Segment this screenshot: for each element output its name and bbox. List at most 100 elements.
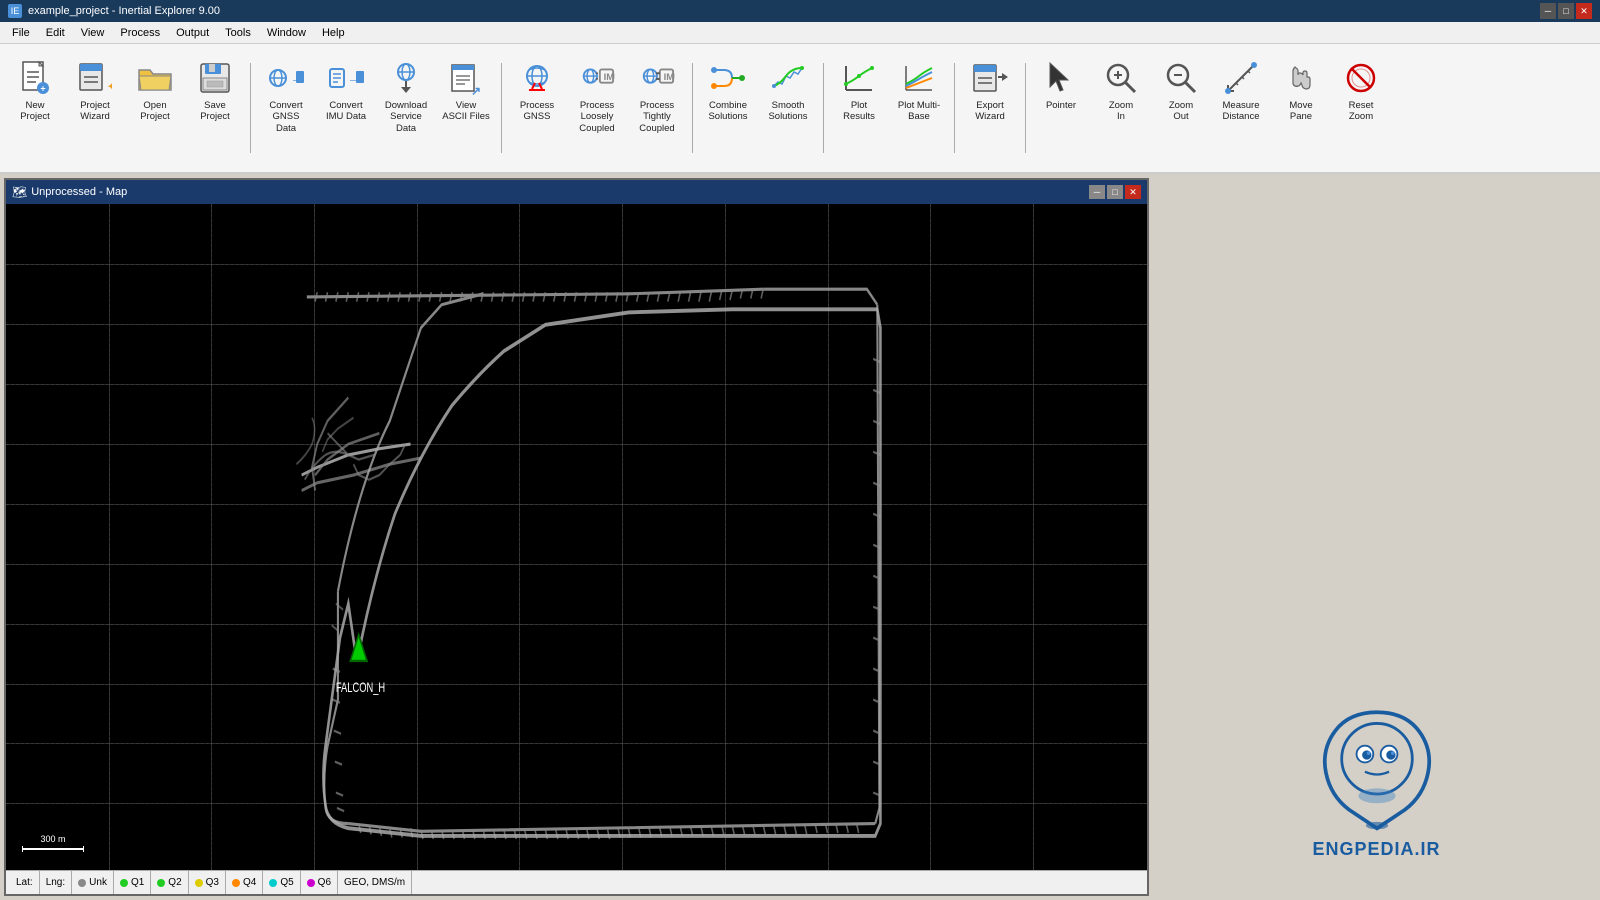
zoom-in-button[interactable]: ZoomIn (1092, 53, 1150, 163)
menu-tools[interactable]: Tools (217, 25, 259, 41)
unk-label: Unk (89, 877, 107, 888)
scale-bar-line (22, 846, 84, 852)
download-service-button[interactable]: DownloadServiceData (377, 53, 435, 163)
map-window-controls: ─ □ ✕ (1089, 185, 1141, 199)
q4-label: Q4 (243, 877, 256, 888)
q3-dot (195, 879, 203, 887)
unk-dot (78, 879, 86, 887)
process-tightly-icon: IMU (639, 60, 675, 96)
view-ascii-label: ViewASCII Files (442, 100, 490, 123)
process-gnss-label: ProcessGNSS (520, 100, 554, 123)
process-gnss-button[interactable]: ProcessGNSS (508, 53, 566, 163)
export-wizard-label: ExportWizard (975, 100, 1005, 123)
q5-label: Q5 (280, 877, 293, 888)
minimize-button[interactable]: ─ (1540, 3, 1556, 19)
smooth-solutions-label: SmoothSolutions (768, 100, 807, 123)
q5-dot (269, 879, 277, 887)
map-maximize-button[interactable]: □ (1107, 185, 1123, 199)
menu-edit[interactable]: Edit (38, 25, 73, 41)
project-wizard-icon: ✦ (77, 60, 113, 96)
reset-zoom-label: ResetZoom (1349, 100, 1374, 123)
q2-dot (157, 879, 165, 887)
save-project-icon (197, 60, 233, 96)
scale-bar: 300 m (22, 834, 84, 852)
map-canvas[interactable]: FALCON_H 300 m (6, 204, 1147, 870)
move-pane-label: MovePane (1289, 100, 1312, 123)
svg-text:↗: ↗ (471, 84, 481, 95)
smooth-solutions-icon (770, 60, 806, 96)
move-pane-icon (1283, 60, 1319, 96)
zoom-out-icon (1163, 60, 1199, 96)
export-wizard-button[interactable]: ExportWizard (961, 53, 1019, 163)
measure-distance-button[interactable]: MeasureDistance (1212, 53, 1270, 163)
zoom-out-button[interactable]: ZoomOut (1152, 53, 1210, 163)
measure-distance-icon (1223, 60, 1259, 96)
svg-text:✦: ✦ (106, 79, 112, 96)
q6-dot (307, 879, 315, 887)
lng-field: Lng: (40, 871, 72, 894)
app-icon: IE (8, 4, 22, 18)
process-tightly-button[interactable]: IMU ProcessTightlyCoupled (628, 53, 686, 163)
svg-text:IMU: IMU (664, 72, 675, 83)
close-button[interactable]: ✕ (1576, 3, 1592, 19)
q1-dot (120, 879, 128, 887)
convert-gnss-button[interactable]: → ConvertGNSSData (257, 53, 315, 163)
convert-imu-button[interactable]: → ConvertIMU Data (317, 53, 375, 163)
open-project-button[interactable]: OpenProject (126, 53, 184, 163)
coord-field: GEO, DMS/m (338, 871, 412, 894)
view-ascii-button[interactable]: ↗ ViewASCII Files (437, 53, 495, 163)
window-controls: ─ □ ✕ (1540, 3, 1592, 19)
app-title: example_project - Inertial Explorer 9.00 (28, 5, 220, 17)
map-minimize-button[interactable]: ─ (1089, 185, 1105, 199)
q4-dot (232, 879, 240, 887)
save-project-button[interactable]: SaveProject (186, 53, 244, 163)
plot-results-label: PlotResults (843, 100, 875, 123)
menu-help[interactable]: Help (314, 25, 353, 41)
title-bar: IE example_project - Inertial Explorer 9… (0, 0, 1600, 22)
plot-multi-base-button[interactable]: Plot Multi-Base (890, 53, 948, 163)
separator-3 (692, 63, 693, 153)
q6-label: Q6 (318, 877, 331, 888)
menu-process[interactable]: Process (112, 25, 168, 41)
menu-bar: File Edit View Process Output Tools Wind… (0, 22, 1600, 44)
project-wizard-button[interactable]: ✦ ProjectWizard (66, 53, 124, 163)
combine-solutions-button[interactable]: CombineSolutions (699, 53, 757, 163)
menu-view[interactable]: View (73, 25, 113, 41)
q2-field: Q2 (151, 871, 188, 894)
map-close-button[interactable]: ✕ (1125, 185, 1141, 199)
process-loosely-button[interactable]: IMU ProcessLooselyCoupled (568, 53, 626, 163)
new-project-label: NewProject (20, 100, 50, 123)
plot-results-button[interactable]: PlotResults (830, 53, 888, 163)
save-project-label: SaveProject (200, 100, 230, 123)
download-service-label: DownloadServiceData (385, 100, 427, 134)
map-statusbar: Lat: Lng: Unk Q1 Q2 Q3 (6, 870, 1147, 894)
menu-output[interactable]: Output (168, 25, 217, 41)
q3-field: Q3 (189, 871, 226, 894)
toolbar: + NewProject ✦ ProjectWizard OpenProject (0, 44, 1600, 174)
zoom-in-icon (1103, 60, 1139, 96)
convert-imu-icon: → (328, 60, 364, 96)
separator-5 (954, 63, 955, 153)
lat-label: Lat: (16, 877, 33, 888)
new-project-icon: + (17, 60, 53, 96)
convert-gnss-icon: → (268, 60, 304, 96)
coord-label: GEO, DMS/m (344, 877, 405, 888)
new-project-button[interactable]: + NewProject (6, 53, 64, 163)
menu-file[interactable]: File (4, 25, 38, 41)
menu-window[interactable]: Window (259, 25, 314, 41)
convert-imu-label: ConvertIMU Data (326, 100, 366, 123)
plot-multi-base-icon (901, 60, 937, 96)
q6-field: Q6 (301, 871, 338, 894)
lat-field: Lat: (10, 871, 40, 894)
reset-zoom-button[interactable]: ResetZoom (1332, 53, 1390, 163)
pointer-button[interactable]: Pointer (1032, 53, 1090, 163)
process-loosely-icon: IMU (579, 60, 615, 96)
svg-text:FALCON_H: FALCON_H (336, 679, 385, 695)
maximize-button[interactable]: □ (1558, 3, 1574, 19)
measure-distance-label: MeasureDistance (1223, 100, 1260, 123)
combine-solutions-label: CombineSolutions (708, 100, 747, 123)
smooth-solutions-button[interactable]: SmoothSolutions (759, 53, 817, 163)
zoom-in-label: ZoomIn (1109, 100, 1133, 123)
open-project-icon (137, 60, 173, 96)
move-pane-button[interactable]: MovePane (1272, 53, 1330, 163)
